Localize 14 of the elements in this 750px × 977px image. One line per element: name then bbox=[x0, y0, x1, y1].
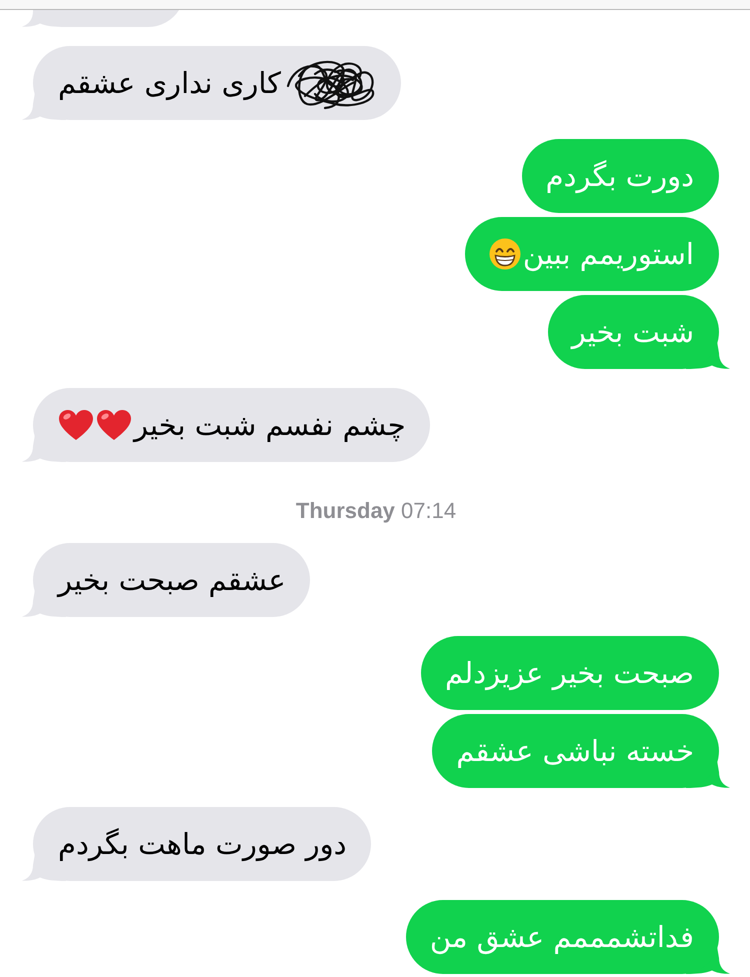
message-text: دور صورت ماهت بگردم bbox=[58, 826, 347, 864]
message-text: دورت بگردم bbox=[546, 158, 694, 196]
message-text: چشم نفسم شبت بخیر bbox=[134, 407, 406, 444]
message-text: فداتشمممم عشق من bbox=[430, 919, 694, 956]
heart-icon bbox=[96, 409, 132, 441]
message-text: شبت بخیر bbox=[572, 314, 694, 352]
message-text: صبحت بخیر عزیزدلم bbox=[445, 655, 694, 692]
message-text: عشقم صبحت بخیر bbox=[58, 562, 286, 600]
timestamp: Thursday 07:14 bbox=[296, 499, 456, 523]
message-text: کاری نداری عشقم bbox=[58, 65, 281, 102]
heart-icon bbox=[58, 409, 94, 441]
message-text: خسته نباشی عشقم bbox=[456, 733, 694, 770]
grinning-face-icon bbox=[488, 238, 521, 270]
message-text: استوریمم ببین bbox=[522, 236, 694, 274]
